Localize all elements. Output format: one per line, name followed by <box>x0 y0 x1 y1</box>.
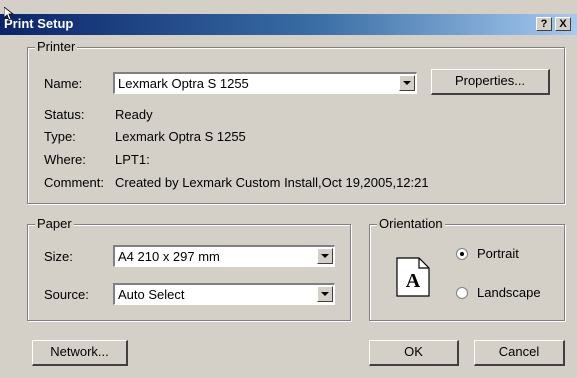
where-value: LPT1: <box>115 152 150 167</box>
type-value: Lexmark Optra S 1255 <box>115 129 246 144</box>
print-setup-dialog: Print Setup ? X Printer Name: Lexmark Op… <box>0 0 577 378</box>
help-button[interactable]: ? <box>536 17 552 31</box>
comment-label: Comment: <box>44 175 104 190</box>
cancel-button[interactable]: Cancel <box>474 340 565 366</box>
status-label: Status: <box>44 107 85 122</box>
chevron-down-icon[interactable] <box>399 75 415 91</box>
name-label: Name: <box>44 76 83 91</box>
network-button[interactable]: Network... <box>32 340 128 366</box>
size-label: Size: <box>44 249 73 264</box>
printer-name-value: Lexmark Optra S 1255 <box>118 76 249 91</box>
portrait-page-icon: A <box>396 257 430 297</box>
status-value: Ready <box>115 107 153 122</box>
orientation-legend: Orientation <box>377 216 445 231</box>
type-label: Type: <box>44 129 76 144</box>
landscape-radio[interactable] <box>456 287 468 299</box>
page-icon-letter: A <box>406 270 421 292</box>
paper-size-select[interactable]: A4 210 x 297 mm <box>113 245 335 267</box>
printer-legend: Printer <box>35 39 78 54</box>
chevron-down-icon[interactable] <box>317 248 333 264</box>
paper-source-select[interactable]: Auto Select <box>113 283 335 305</box>
mouse-pointer-icon <box>4 7 14 21</box>
landscape-label[interactable]: Landscape <box>477 285 541 300</box>
paper-size-value: A4 210 x 297 mm <box>118 249 220 264</box>
close-button[interactable]: X <box>555 17 571 31</box>
title-bar[interactable]: Print Setup ? X <box>0 14 577 35</box>
source-label: Source: <box>44 287 89 302</box>
portrait-label[interactable]: Portrait <box>477 246 519 261</box>
properties-button[interactable]: Properties... <box>431 69 550 95</box>
paper-legend: Paper <box>35 216 74 231</box>
comment-value: Created by Lexmark Custom Install,Oct 19… <box>115 175 429 190</box>
printer-name-select[interactable]: Lexmark Optra S 1255 <box>113 72 417 94</box>
chevron-down-icon[interactable] <box>317 286 333 302</box>
portrait-radio[interactable] <box>456 248 468 260</box>
ok-button[interactable]: OK <box>369 340 459 366</box>
where-label: Where: <box>44 152 86 167</box>
window-title: Print Setup <box>4 16 74 31</box>
paper-group <box>27 224 351 321</box>
paper-source-value: Auto Select <box>118 287 185 302</box>
